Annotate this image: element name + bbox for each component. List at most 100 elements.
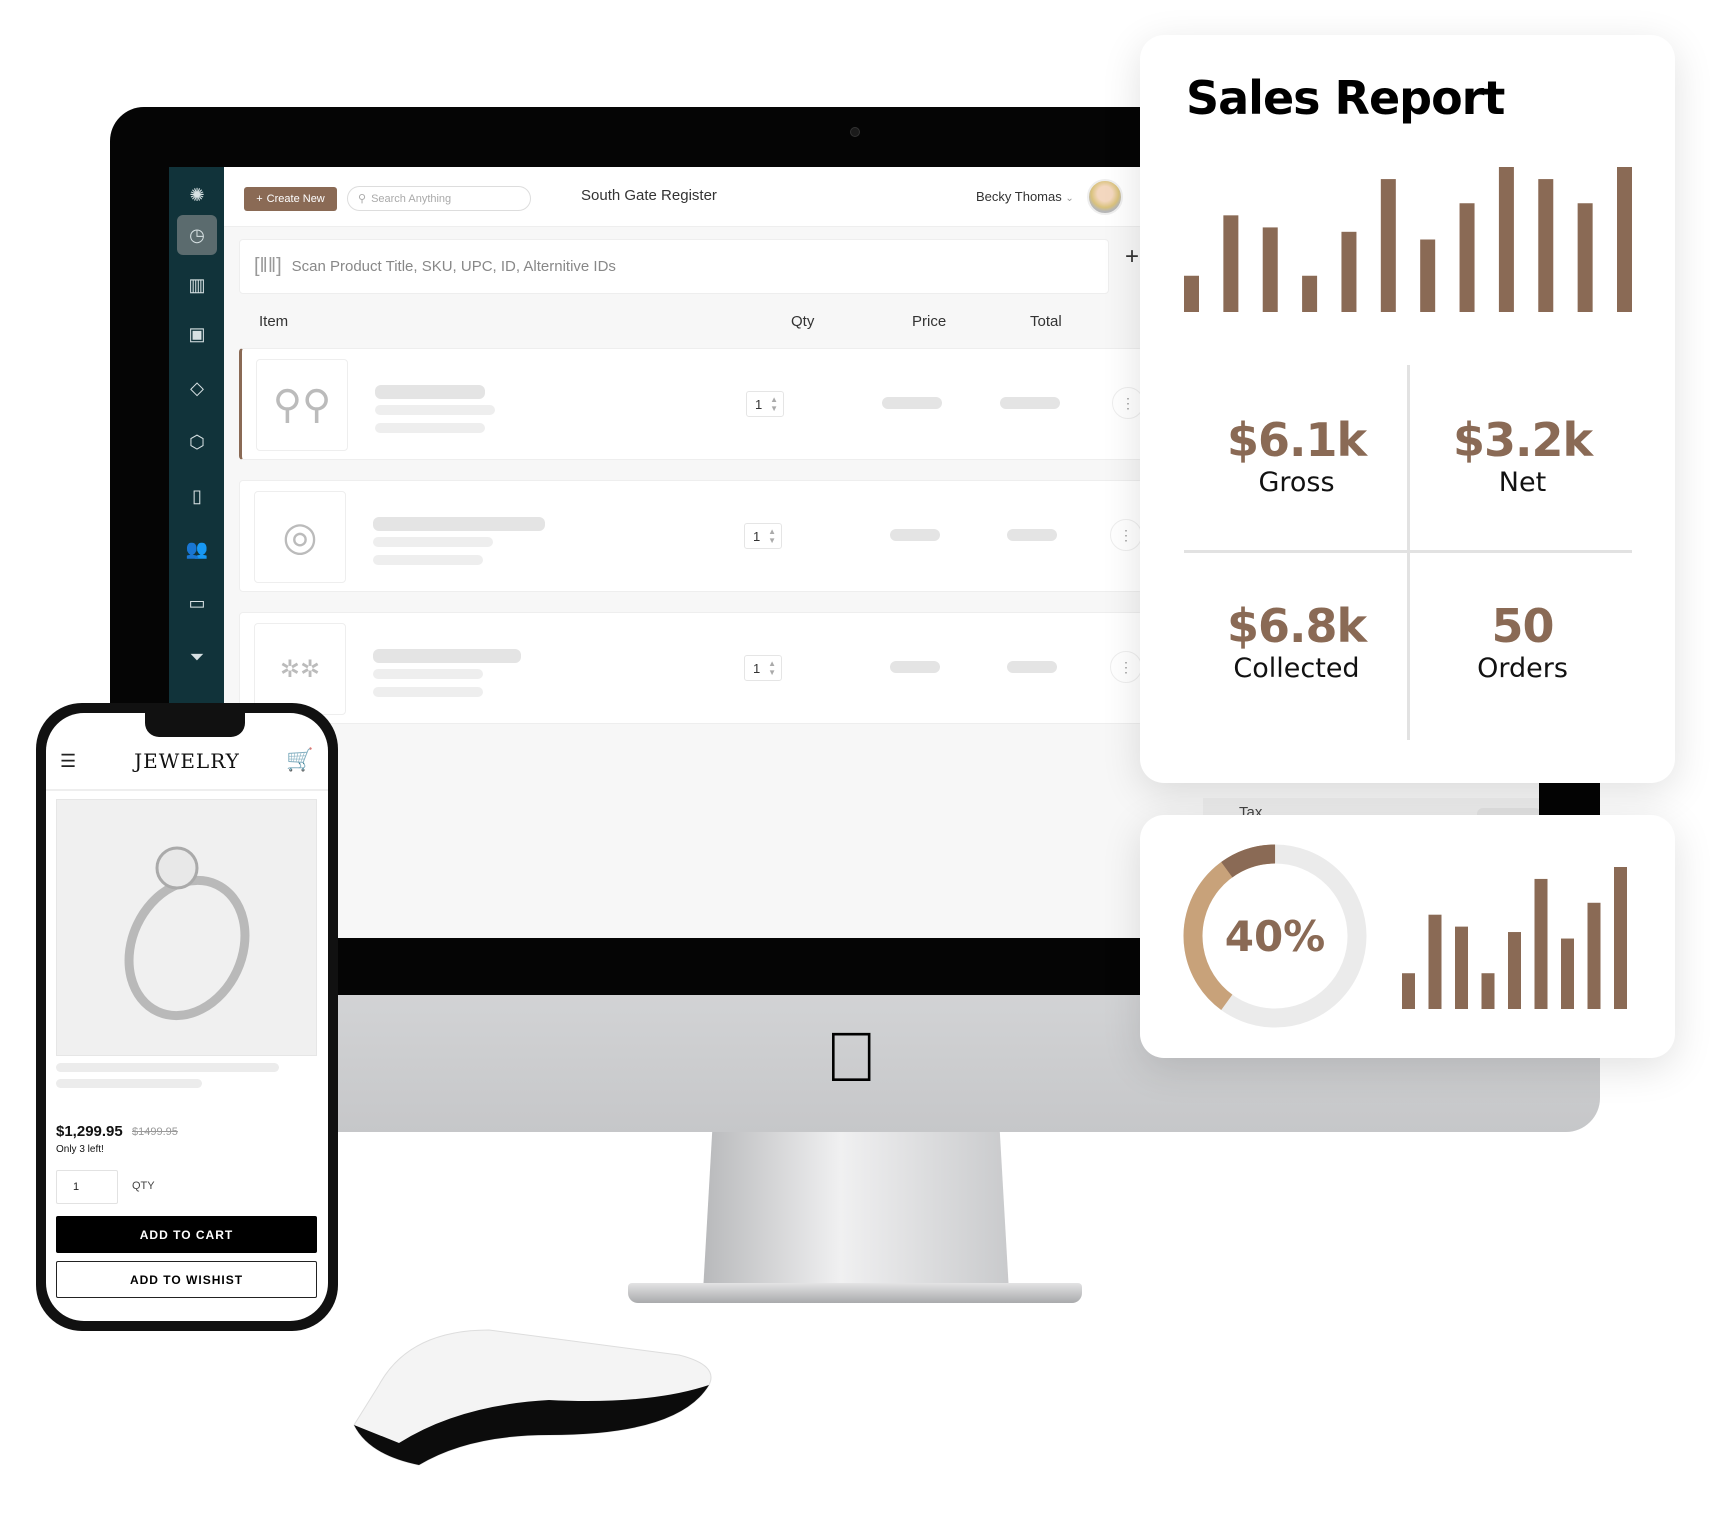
skeleton [373,669,483,679]
stat-collected: $6.8k Collected [1184,599,1409,684]
bar [1428,914,1442,1009]
invoice-icon[interactable]: ▯ [177,476,217,516]
box-icon[interactable]: ⬡ [177,422,217,462]
bar [1538,179,1554,312]
qty-value: 1 [753,661,761,676]
bar [1184,275,1199,312]
bar [1455,926,1468,1009]
price-skeleton [890,529,940,541]
total-skeleton [1007,661,1057,673]
qty-value: 1 [753,529,761,544]
stock-notice: Only 3 left! [56,1144,104,1155]
apple-logo-icon:  [825,1022,878,1092]
user-menu[interactable]: Becky Thomas ⌄ [976,189,1074,204]
plus-icon: + [256,193,263,205]
total-skeleton [1000,397,1060,409]
search-icon: ⚲ [358,193,367,205]
stat-label: Gross [1258,467,1335,498]
stat-value: 50 [1491,599,1554,653]
column-qty: Qty [791,313,815,330]
skeleton [56,1063,279,1072]
more-options-icon[interactable]: ⋮ [1110,651,1142,683]
bar [1341,231,1357,312]
customers-icon[interactable]: 👥 [177,529,217,569]
add-icon[interactable]: + [1125,243,1139,271]
logo-icon[interactable]: ✺ [177,175,217,215]
phone-screen: ☰ Jewelry 🛒 $1,299.95 $1499.95 Only 3 le… [46,713,328,1321]
quantity-stepper[interactable]: 1 ▲ ▼ [746,391,784,417]
skeleton [375,405,495,415]
register-icon[interactable]: ▣ [177,314,217,354]
chevron-down-icon: ⌄ [1065,193,1074,204]
bar [1380,179,1396,312]
bar [1302,275,1318,312]
bar [1262,227,1278,312]
barcode-icon[interactable]: ▥ [177,265,217,305]
product-price: $1,299.95 [56,1123,123,1140]
dashboard-icon[interactable]: ◷ [177,215,217,255]
divider [46,789,328,791]
more-options-icon[interactable]: ⋮ [1110,519,1142,551]
bar [1420,239,1436,312]
stat-label: Collected [1233,653,1360,684]
create-new-button[interactable]: + Create New [244,187,337,211]
price-skeleton [882,397,942,409]
total-skeleton [1007,529,1057,541]
qty-value: 1 [73,1181,80,1193]
create-new-label: Create New [266,193,325,205]
bar [1587,902,1601,1009]
add-to-cart-button[interactable]: ADD TO CART [56,1216,317,1253]
window-icon[interactable]: ▭ [177,583,217,623]
quantity-stepper[interactable]: 1 [56,1170,118,1204]
quantity-stepper[interactable]: 1 ▲ ▼ [744,523,782,549]
skeleton [375,385,485,399]
scan-placeholder: Scan Product Title, SKU, UPC, ID, Altern… [291,258,616,275]
stat-net: $3.2k Net [1410,413,1635,498]
ring-icon [124,846,249,1020]
cart-icon[interactable]: 🛒 [286,747,313,773]
scan-input[interactable]: [‖‖] Scan Product Title, SKU, UPC, ID, Al… [239,239,1109,294]
camera-icon [850,127,860,137]
divider [1184,550,1632,553]
skeleton [56,1079,202,1088]
avatar[interactable] [1087,179,1123,215]
sales-report-card: Sales Report $6.1k Gross $3.2k Net $6.8k Co… [1140,35,1675,783]
qty-value: 1 [755,397,763,412]
product-image-pendant: ◎ [254,491,346,583]
search-input[interactable]: ⚲ Search Anything [347,186,531,211]
add-to-wishlist-button[interactable]: ADD TO WISHIST [56,1261,317,1298]
quantity-stepper[interactable]: 1 ▲ ▼ [744,655,782,681]
filter-dollar-icon[interactable]: ⏷ [177,637,217,677]
tag-icon[interactable]: ◇ [177,368,217,408]
product-image-earrings: ⚲⚲ [256,359,348,451]
column-item: Item [259,313,289,330]
skeleton [373,687,483,697]
phone: ☰ Jewelry 🛒 $1,299.95 $1499.95 Only 3 le… [36,703,338,1331]
stat-value: $6.1k [1226,413,1367,467]
bar [1402,973,1415,1009]
product-image-studs: ✲✲ [254,623,346,715]
price-skeleton [890,661,940,673]
skeleton [373,517,545,531]
bar [1481,973,1495,1009]
sales-report-title: Sales Report [1186,71,1505,125]
donut-label: 40% [1225,912,1326,961]
bar [1508,932,1521,1009]
skeleton [373,537,493,547]
bar [1561,938,1574,1009]
column-price: Price [912,313,947,330]
monitor-stand [703,1132,1009,1292]
user-name: Becky Thomas [976,189,1062,204]
bar [1223,215,1239,312]
skeleton [373,649,521,663]
monitor-stand-base [628,1283,1082,1303]
barcode-icon: [‖‖] [254,255,282,277]
phone-notch [145,713,245,737]
qty-label: QTY [132,1180,155,1192]
bar [1459,203,1475,312]
stat-value: $6.8k [1226,599,1367,653]
mini-bar-chart [1402,867,1627,1009]
bar [1614,867,1627,1009]
stat-label: Net [1498,467,1547,498]
stat-value: $3.2k [1452,413,1593,467]
